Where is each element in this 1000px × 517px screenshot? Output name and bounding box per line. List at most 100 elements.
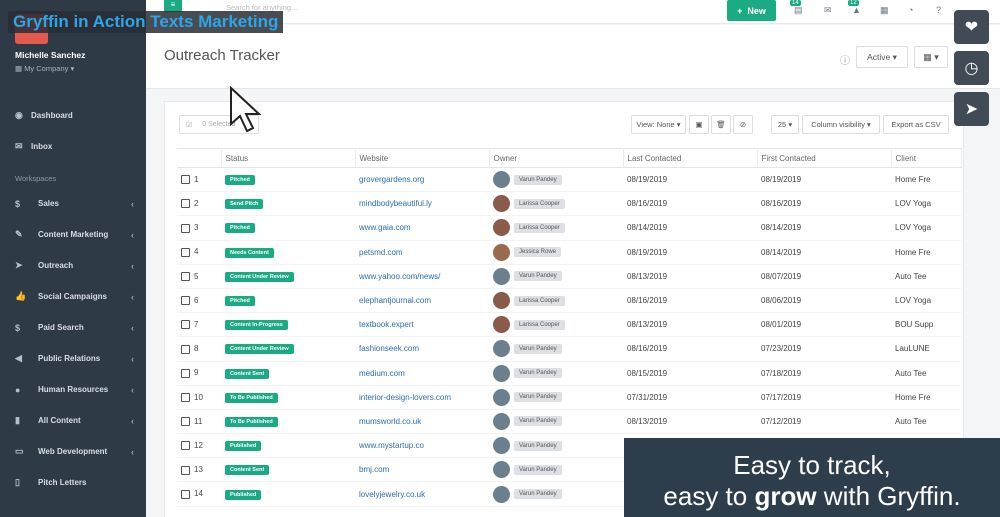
row-select-cell[interactable]: 4 xyxy=(177,240,221,265)
layout-dropdown[interactable]: ▦ ▾ xyxy=(914,46,948,68)
website-link[interactable]: lovelyjewelry.co.uk xyxy=(359,490,425,499)
owner-chip[interactable]: Larissa Cooper xyxy=(514,222,565,233)
table-row[interactable]: 3 Pitched www.gaia.com Larissa Cooper 08… xyxy=(177,215,961,241)
row-checkbox[interactable] xyxy=(181,223,190,233)
status-badge[interactable]: Content Sent xyxy=(225,465,270,476)
column-header[interactable]: Website xyxy=(355,148,490,168)
sidebar-item-public-relations[interactable]: ◀ Public Relations ‹ xyxy=(0,343,146,374)
row-select-cell[interactable]: 13 xyxy=(177,457,221,483)
sidebar-item-content-marketing[interactable]: ✎ Content Marketing ‹ xyxy=(0,219,146,250)
status-badge[interactable]: Pitched xyxy=(225,296,255,307)
sidebar-item-dashboard[interactable]: ◉ Dashboard xyxy=(0,100,146,131)
owner-chip[interactable]: Jessica Rowe xyxy=(514,247,562,258)
row-checkbox[interactable] xyxy=(181,272,190,282)
status-badge[interactable]: Pitched xyxy=(225,175,255,186)
row-checkbox[interactable] xyxy=(181,465,190,475)
table-row[interactable]: 5 Content Under Review www.yahoo.com/new… xyxy=(177,264,961,289)
row-checkbox[interactable] xyxy=(181,320,190,330)
row-select-cell[interactable]: 3 xyxy=(177,215,221,241)
table-row[interactable]: 7 Content In-Progress textbook.expert La… xyxy=(177,312,961,338)
website-link[interactable]: www.yahoo.com/news/ xyxy=(359,272,440,281)
row-checkbox[interactable] xyxy=(181,175,190,185)
table-row[interactable]: 10 To Be Published interior-design-lover… xyxy=(177,385,961,410)
website-link[interactable]: elephantjournal.com xyxy=(359,296,431,305)
row-select-cell[interactable]: 2 xyxy=(177,191,221,217)
view-dropdown[interactable]: View: None ▾ xyxy=(631,115,686,134)
status-badge[interactable]: Content Under Review xyxy=(225,344,294,355)
sidebar-item-web-development[interactable]: ▭ Web Development ‹ xyxy=(0,436,146,467)
column-header[interactable]: Owner xyxy=(489,148,624,168)
column-header[interactable]: First Contacted xyxy=(757,148,892,168)
mail-icon[interactable]: ✉ xyxy=(824,5,832,16)
sidebar-item-outreach[interactable]: ➤ Outreach ‹ xyxy=(0,250,146,281)
status-badge[interactable]: Content Under Review xyxy=(225,271,294,282)
owner-chip[interactable]: Larissa Cooper xyxy=(514,295,565,306)
owner-chip[interactable]: Larissa Cooper xyxy=(514,198,565,209)
status-badge[interactable]: Content In-Progress xyxy=(225,320,288,331)
row-checkbox[interactable] xyxy=(181,392,190,402)
clear-button[interactable]: ⊘ xyxy=(733,115,753,134)
status-badge[interactable]: Published xyxy=(225,489,262,500)
row-select-cell[interactable]: 9 xyxy=(177,361,221,386)
website-link[interactable]: grovergardens.org xyxy=(359,175,424,184)
info-icon[interactable]: ⓘ xyxy=(840,52,850,67)
sidebar-item-inbox[interactable]: ✉ Inbox xyxy=(0,131,146,162)
sidebar-item-social-campaigns[interactable]: 👍 Social Campaigns ‹ xyxy=(0,281,146,312)
calendar-icon[interactable]: ▦ xyxy=(880,5,889,16)
website-link[interactable]: bmj.com xyxy=(359,465,389,474)
row-select-cell[interactable]: 10 xyxy=(177,385,221,410)
website-link[interactable]: mumsworld.co.uk xyxy=(359,417,421,426)
sidebar-item-pitch-letters[interactable]: ▯ Pitch Letters xyxy=(0,467,146,498)
row-checkbox[interactable] xyxy=(181,247,190,257)
row-checkbox[interactable] xyxy=(181,296,190,306)
row-select-cell[interactable]: 12 xyxy=(177,433,221,459)
owner-chip[interactable]: Varun Pandey xyxy=(514,343,562,354)
sidebar-item-paid-search[interactable]: $ Paid Search ‹ xyxy=(0,312,146,343)
watch-later-button[interactable]: ◷ xyxy=(954,51,989,85)
tasks-icon[interactable]: ▤ 14 xyxy=(790,0,803,16)
status-badge[interactable]: Content Sent xyxy=(225,368,270,379)
status-badge[interactable]: Published xyxy=(225,441,262,452)
row-select-cell[interactable]: 1 xyxy=(177,167,221,193)
column-header[interactable] xyxy=(177,148,222,168)
column-visibility-button[interactable]: Column visibility ▾ xyxy=(802,115,880,134)
row-select-cell[interactable]: 5 xyxy=(177,264,221,289)
table-row[interactable]: 8 Content Under Review fashionseek.com V… xyxy=(177,336,961,362)
website-link[interactable]: textbook.expert xyxy=(359,320,414,329)
website-link[interactable]: www.mystartup.co xyxy=(359,441,424,450)
column-header[interactable]: Last Contacted xyxy=(623,148,758,168)
website-link[interactable]: interior-design-lovers.com xyxy=(359,393,451,402)
row-checkbox[interactable] xyxy=(181,368,190,378)
row-select-cell[interactable]: 7 xyxy=(177,312,221,338)
table-row[interactable]: 2 Send Pitch mindbodybeautiful.ly Lariss… xyxy=(177,191,961,217)
export-csv-button[interactable]: Export as CSV xyxy=(883,115,949,134)
active-filter-dropdown[interactable]: Active ▾ xyxy=(856,46,908,68)
owner-chip[interactable]: Varun Pandey xyxy=(514,416,562,427)
page-size-select[interactable]: 25 ▾ xyxy=(771,115,799,134)
row-checkbox[interactable] xyxy=(181,489,190,499)
table-row[interactable]: 9 Content Sent medium.com Varun Pandey 0… xyxy=(177,361,961,386)
status-badge[interactable]: To Be Published xyxy=(225,416,278,427)
status-badge[interactable]: Needs Content xyxy=(225,247,274,258)
website-link[interactable]: fashionseek.com xyxy=(359,344,419,353)
row-select-cell[interactable]: 6 xyxy=(177,288,221,314)
row-select-cell[interactable]: 8 xyxy=(177,336,221,362)
sidebar-item-human-resources[interactable]: ● Human Resources ‹ xyxy=(0,374,146,405)
status-badge[interactable]: Pitched xyxy=(225,223,255,234)
sidebar-item-all-content[interactable]: ▮ All Content ‹ xyxy=(0,405,146,436)
website-link[interactable]: www.gaia.com xyxy=(359,223,411,232)
row-select-cell[interactable]: 11 xyxy=(177,409,221,435)
rss-icon[interactable]: ◔ xyxy=(908,5,913,15)
table-row[interactable]: 11 To Be Published mumsworld.co.uk Varun… xyxy=(177,409,961,435)
owner-chip[interactable]: Varun Pandey xyxy=(514,392,562,403)
column-header[interactable]: Status xyxy=(221,148,356,168)
owner-chip[interactable]: Varun Pandey xyxy=(514,440,562,451)
row-checkbox[interactable] xyxy=(181,441,190,451)
table-row[interactable]: 1 Pitched grovergardens.org Varun Pandey… xyxy=(177,167,961,193)
row-checkbox[interactable] xyxy=(181,199,190,209)
delete-button[interactable]: 🗑 xyxy=(711,115,731,134)
website-link[interactable]: petsmd.com xyxy=(359,248,403,257)
user-info[interactable]: Michelle Sanchez ▦ My Company ▾ xyxy=(15,50,85,73)
column-header[interactable]: Client xyxy=(891,148,962,168)
status-badge[interactable]: Send Pitch xyxy=(225,199,264,210)
